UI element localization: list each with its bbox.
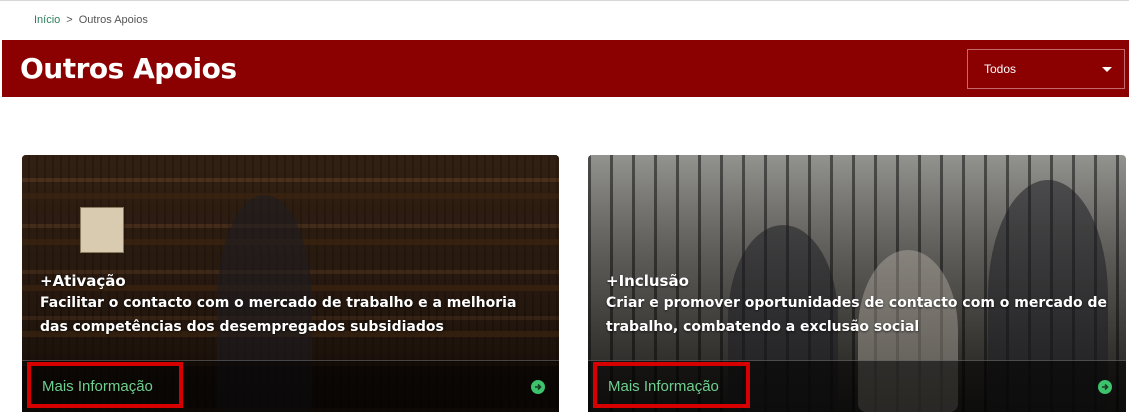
breadcrumb-current: Outros Apoios [78, 13, 148, 26]
more-info-link[interactable]: Mais Informação [40, 376, 155, 397]
card-title: +Ativação [40, 272, 126, 290]
breadcrumb-separator: > [66, 13, 73, 26]
filter-selected-value: Todos [984, 62, 1017, 76]
chevron-down-icon [1102, 66, 1112, 72]
card-title: +Inclusão [606, 272, 689, 290]
card-content: +Ativação Facilitar o contacto com o mer… [40, 271, 547, 339]
arrow-right-circle-icon[interactable] [1098, 379, 1112, 394]
category-filter-select[interactable]: Todos [967, 49, 1125, 89]
more-info-link[interactable]: Mais Informação [606, 376, 721, 397]
support-card-inclusao[interactable]: +Inclusão Criar e promover oportunidades… [588, 155, 1126, 412]
card-footer: Mais Informação [22, 360, 559, 412]
breadcrumb: Início > Outros Apoios [0, 0, 1129, 38]
card-footer: Mais Informação [588, 360, 1126, 412]
page-title: Outros Apoios [20, 52, 237, 85]
card-description: Criar e promover oportunidades de contac… [606, 295, 1108, 335]
support-card-ativacao[interactable]: +Ativação Facilitar o contacto com o mer… [22, 155, 559, 412]
page-header: Outros Apoios Todos [2, 40, 1129, 97]
breadcrumb-home-link[interactable]: Início [34, 14, 60, 26]
card-description: Facilitar o contacto com o mercado de tr… [40, 295, 517, 335]
card-content: +Inclusão Criar e promover oportunidades… [606, 271, 1114, 339]
arrow-right-circle-icon[interactable] [531, 379, 545, 394]
